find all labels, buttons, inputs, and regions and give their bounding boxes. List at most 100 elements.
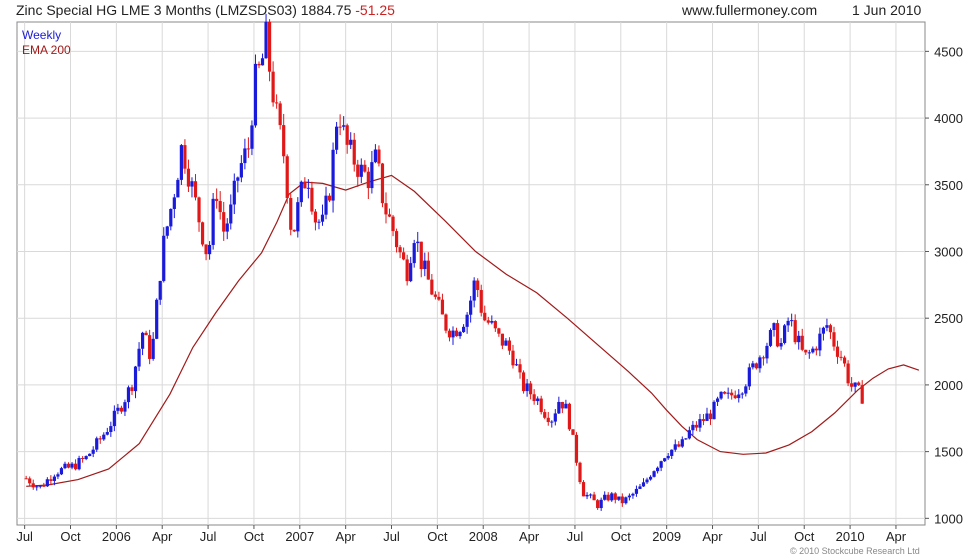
candle-body <box>419 241 423 270</box>
candle-body <box>140 332 145 349</box>
candle-body <box>747 367 751 387</box>
x-tick-label: Jul <box>383 529 400 544</box>
candle-body <box>588 494 593 496</box>
candle-body <box>208 244 212 255</box>
candle-body <box>832 332 836 347</box>
candle-body <box>222 212 226 232</box>
price-chart: 1000 1500 2000 2500 3000 3500 4000 4500 Jul Oct 2… <box>16 13 963 544</box>
candle-body <box>687 430 691 439</box>
candle-body <box>394 231 399 248</box>
candle-body <box>155 299 159 339</box>
x-tick-label: Apr <box>152 529 173 544</box>
candle-body <box>814 348 818 351</box>
x-tick-label: Apr <box>519 529 540 544</box>
candle-body <box>596 500 600 509</box>
candle-body <box>331 149 335 201</box>
candle-body <box>610 493 614 501</box>
candle-body <box>638 486 642 489</box>
candle-body <box>698 419 702 428</box>
candle-body <box>839 356 843 358</box>
y-tick-label: 4500 <box>934 44 963 59</box>
candle-body <box>761 357 766 359</box>
candle-body <box>645 479 649 483</box>
candle-body <box>768 330 773 346</box>
x-tick-label: Jul <box>567 529 584 544</box>
y-tick-label: 1500 <box>934 445 963 460</box>
candle-body <box>529 383 533 395</box>
candle-body <box>320 214 325 222</box>
candle-body <box>292 229 296 232</box>
candle-body <box>730 392 734 396</box>
candle-body <box>63 463 67 469</box>
x-tick-label: 2006 <box>102 529 131 544</box>
candle-body <box>744 386 748 394</box>
candle-body <box>853 382 857 387</box>
candle-body <box>349 139 353 145</box>
candle-body <box>303 181 307 189</box>
candle-body <box>324 195 328 215</box>
candle-body <box>271 71 275 103</box>
candle-body <box>246 148 251 150</box>
candle-body <box>144 332 148 336</box>
candle-body <box>126 387 131 403</box>
y-tick-label: 3500 <box>934 178 963 193</box>
candle-body <box>532 394 536 402</box>
candle-body <box>84 456 88 460</box>
candle-body <box>543 412 547 418</box>
candle-body <box>825 325 829 328</box>
candle-body <box>627 495 631 498</box>
candle-body <box>373 149 378 163</box>
candle-body <box>327 195 332 201</box>
x-tick-label: Jul <box>16 529 33 544</box>
candle-body <box>334 126 339 150</box>
candle-body <box>366 171 370 189</box>
candle-body <box>95 438 99 450</box>
candle-body <box>525 383 529 392</box>
candle-body <box>486 320 490 323</box>
x-tick-label: Jul <box>750 529 767 544</box>
candle-body <box>634 488 639 494</box>
candle-body <box>218 201 222 213</box>
candle-body <box>77 458 81 470</box>
candle-body <box>387 214 392 217</box>
candle-body <box>775 323 780 347</box>
legend-weekly: Weekly <box>22 28 62 42</box>
candle-body <box>518 364 522 373</box>
candle-body <box>659 461 663 468</box>
x-tick-label: Apr <box>886 529 907 544</box>
candle-body <box>430 279 434 295</box>
candle-body <box>285 156 289 199</box>
candle-body <box>567 403 572 430</box>
candle-body <box>620 496 624 504</box>
candle-body <box>726 392 730 394</box>
candle-body <box>162 235 166 281</box>
candle-body <box>176 179 180 198</box>
candle-body <box>793 320 797 343</box>
candle-body <box>712 401 716 420</box>
x-tick-label: 2010 <box>836 529 865 544</box>
candle-body <box>454 330 459 337</box>
candle-body <box>52 476 56 481</box>
candle-body <box>666 455 670 459</box>
candle-body <box>557 401 561 414</box>
candle-body <box>211 198 215 245</box>
candle-body <box>740 393 744 395</box>
candle-body <box>296 202 300 232</box>
candle-body <box>409 263 413 282</box>
candle-body <box>691 424 695 431</box>
candle-body <box>352 139 356 165</box>
candle-body <box>416 241 420 244</box>
candle-body <box>236 177 240 181</box>
candle-body <box>278 103 282 126</box>
candle-body <box>783 325 787 344</box>
x-tick-label: Jul <box>200 529 217 544</box>
candle-body <box>267 21 272 72</box>
candle-body <box>842 357 847 364</box>
candle-body <box>306 187 310 189</box>
candle-body <box>45 479 49 487</box>
candle-body <box>574 434 579 463</box>
x-tick-label: Oct <box>611 529 632 544</box>
candle-body <box>828 325 833 333</box>
candle-body <box>73 463 78 470</box>
candle-body <box>24 478 28 480</box>
